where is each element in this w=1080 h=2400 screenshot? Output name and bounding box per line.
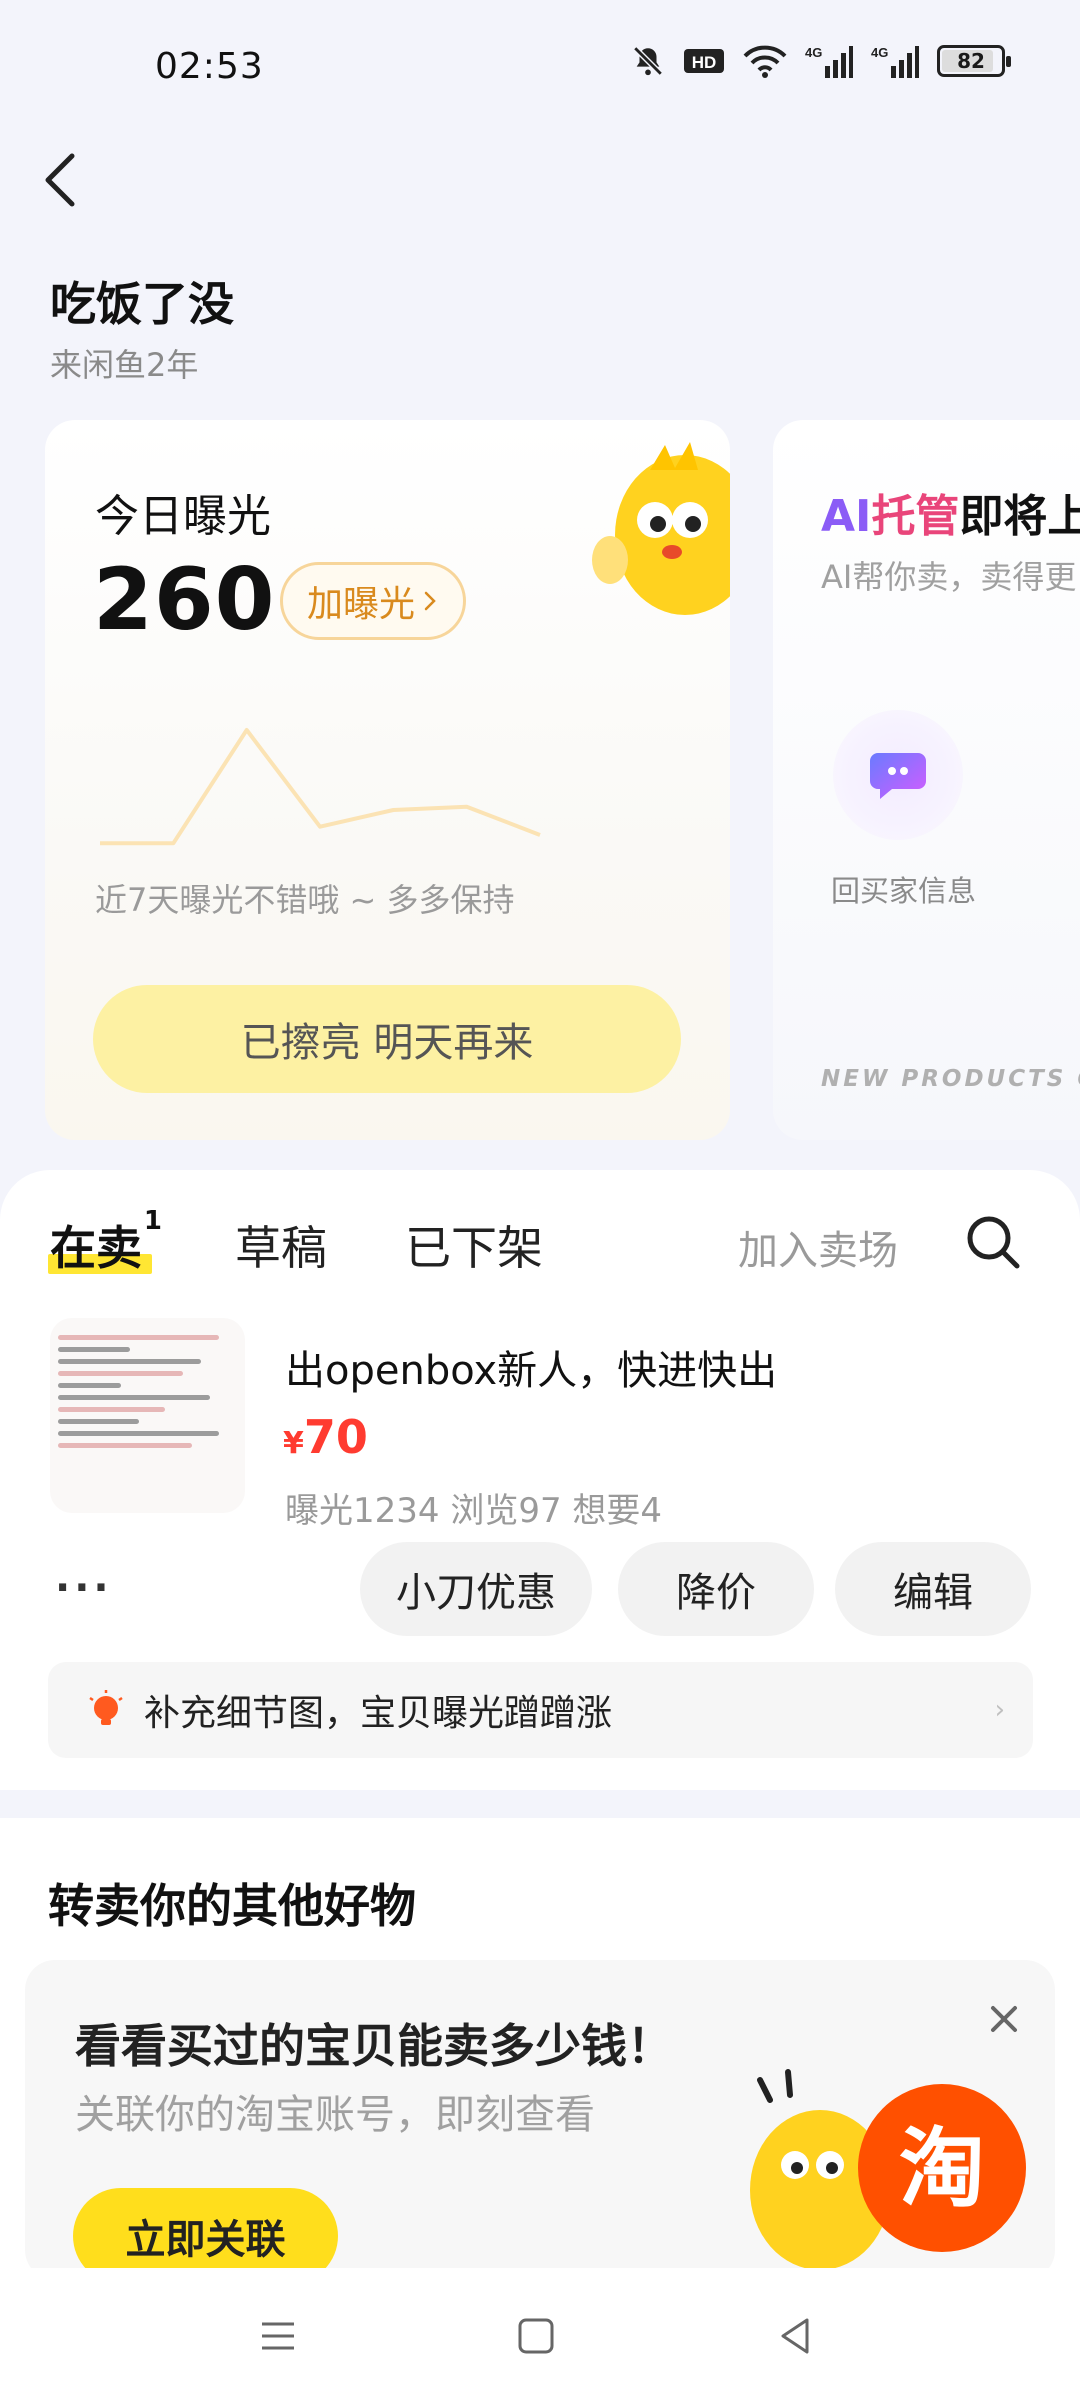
close-button[interactable] — [979, 1994, 1029, 2044]
listing-item[interactable]: 出openbox新人，快进快出 ¥70 曝光1234 浏览97 想要4 — [50, 1318, 1035, 1531]
tab-drafts[interactable]: 草稿 — [235, 1212, 327, 1278]
search-button[interactable] — [963, 1212, 1023, 1272]
svg-text:4G: 4G — [805, 45, 822, 60]
ai-card-footer: NEW PRODUCTS CO — [821, 1066, 1080, 1092]
menu-nav-button[interactable] — [248, 2306, 308, 2366]
ai-reply-label: 回买家信息 — [831, 874, 977, 908]
tab-on-sale[interactable]: 在卖 1 — [48, 1206, 162, 1278]
battery-level: 82 — [957, 49, 985, 73]
system-nav-bar — [0, 2268, 1080, 2400]
add-detail-photos-tip[interactable]: 补充细节图，宝贝曝光蹭蹭涨 › — [48, 1662, 1033, 1758]
chevron-right-icon — [424, 591, 436, 611]
boost-label: 加曝光 — [307, 584, 416, 625]
hd-icon: HD — [684, 49, 724, 73]
trend-line — [100, 728, 541, 846]
price-value: 70 — [303, 1410, 368, 1464]
chat-bubble-icon — [833, 710, 963, 840]
item-price: ¥70 — [283, 1410, 368, 1464]
svg-text:HD: HD — [692, 53, 717, 72]
link-now-button[interactable]: 立即关联 — [73, 2188, 338, 2280]
resell-section: 转卖你的其他好物 看看买过的宝贝能卖多少钱！ 关联你的淘宝账号，即刻查看 立即关… — [0, 1818, 1080, 2280]
lightbulb-icon — [89, 1690, 123, 1725]
battery-icon: 82 — [937, 45, 1011, 77]
ai-title-hosting: 托管 — [871, 491, 960, 542]
tab-delisted[interactable]: 已下架 — [405, 1212, 543, 1278]
ai-title-ai: AI — [821, 491, 872, 542]
edit-button[interactable]: 编辑 — [835, 1542, 1031, 1636]
ai-title-coming: 即将上 — [959, 491, 1080, 542]
taobao-link-promo: 看看买过的宝贝能卖多少钱！ 关联你的淘宝账号，即刻查看 立即关联 淘 — [25, 1960, 1055, 2280]
fish-mascot-icon — [592, 442, 730, 615]
ai-hosting-card[interactable]: AI托管即将上 AI帮你卖，卖得更 回买家信息 NEW PRODUCTS CO — [773, 420, 1080, 1140]
item-stats: 曝光1234 浏览97 想要4 — [285, 1491, 663, 1531]
fish-taobao-mascot-icon: 淘 — [750, 2069, 1026, 2270]
search-icon — [967, 1216, 1020, 1269]
clock: 02:53 — [155, 46, 264, 87]
status-icons: HD 4G 4G 82 — [631, 44, 1011, 78]
exposure-title: 今日曝光 — [95, 491, 271, 542]
polished-come-back-tomorrow-button[interactable]: 已擦亮 明天再来 — [93, 985, 681, 1093]
back-arrow-icon — [45, 153, 75, 207]
item-title: 出openbox新人，快进快出 — [285, 1348, 778, 1394]
tab-on-sale-label: 在卖 — [50, 1221, 142, 1275]
trend-caption: 近7天曝光不错哦 ~ 多多保持 — [95, 881, 515, 919]
back-nav-button[interactable] — [765, 2306, 825, 2366]
today-exposure-card: 今日曝光 260 加曝光 近7天曝光不错哦 ~ 多多保持 已擦亮 明天再来 — [45, 420, 730, 1140]
back-button[interactable] — [40, 145, 90, 215]
listing-tabs: 在卖 1 草稿 已下架 加入卖场 — [0, 1200, 1080, 1290]
mute-icon — [633, 46, 663, 76]
signal-4g-icon: 4G — [871, 45, 919, 78]
shop-age: 来闲鱼2年 — [50, 346, 199, 384]
home-nav-button[interactable] — [506, 2306, 566, 2366]
menu-icon — [262, 2322, 294, 2350]
ai-card-subtitle: AI帮你卖，卖得更 — [821, 558, 1077, 596]
chevron-right-icon: › — [994, 1695, 1005, 1725]
item-thumbnail — [50, 1318, 245, 1513]
svg-text:4G: 4G — [871, 45, 888, 60]
tab-on-sale-count: 1 — [143, 1206, 162, 1236]
listings-panel: 在卖 1 草稿 已下架 加入卖场 出openbox新人，快进快出 ¥70 曝光1… — [0, 1170, 1080, 1790]
close-icon — [991, 2006, 1017, 2032]
back-triangle-icon — [781, 2318, 809, 2354]
price-currency: ¥ — [283, 1426, 304, 1461]
exposure-trend-chart — [100, 728, 541, 846]
home-square-icon — [518, 2318, 554, 2354]
status-bar: 02:53 HD 4G 4G 82 — [0, 0, 1080, 140]
ai-card-title: AI托管即将上 — [821, 480, 1080, 544]
exposure-count: 260 — [93, 550, 276, 650]
more-options-button[interactable]: ··· — [55, 1565, 113, 1611]
svg-text:淘: 淘 — [899, 2119, 985, 2219]
resell-title: 转卖你的其他好物 — [48, 1879, 416, 1933]
promo-subtitle: 关联你的淘宝账号，即刻查看 — [75, 2092, 595, 2138]
reduce-price-button[interactable]: 降价 — [618, 1542, 814, 1636]
signal-4g-icon: 4G — [805, 45, 853, 78]
small-discount-button[interactable]: 小刀优惠 — [360, 1542, 592, 1636]
shop-name: 吃饭了没 — [50, 277, 234, 331]
tip-text: 补充细节图，宝贝曝光蹭蹭涨 — [144, 1693, 613, 1734]
join-market-link[interactable]: 加入卖场 — [738, 1218, 898, 1276]
wifi-icon — [743, 45, 787, 78]
promo-title: 看看买过的宝贝能卖多少钱！ — [75, 2019, 673, 2073]
boost-exposure-button[interactable]: 加曝光 — [280, 562, 467, 640]
